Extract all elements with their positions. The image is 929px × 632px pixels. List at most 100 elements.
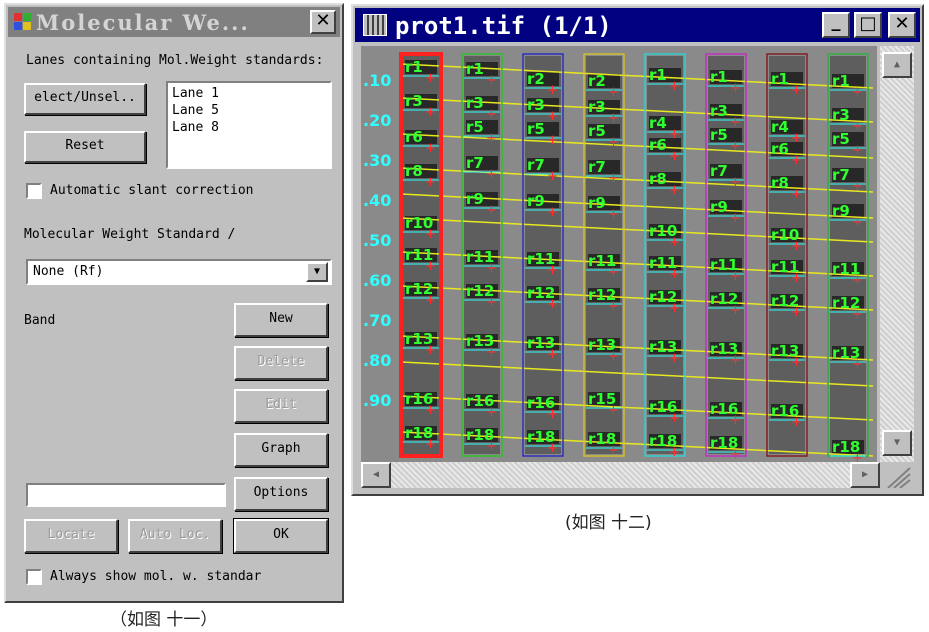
band-marker: + — [730, 175, 741, 190]
band-marker: + — [547, 133, 558, 148]
band-label: r7 — [588, 158, 606, 176]
band-label: r18 — [588, 430, 616, 448]
band-label: r9 — [588, 194, 606, 212]
scroll-left-button[interactable]: ◀ — [361, 462, 391, 488]
rf-label: .70 — [363, 311, 391, 330]
delete-button[interactable]: Delete — [234, 346, 328, 380]
minimize-button[interactable]: _ — [822, 12, 850, 38]
maximize-button[interactable]: □ — [854, 12, 882, 38]
locate-button[interactable]: Locate — [24, 519, 118, 553]
band-label: r11 — [771, 258, 799, 276]
band-label: r7 — [710, 162, 728, 180]
new-button[interactable]: New — [234, 303, 328, 337]
rf-label: .90 — [363, 391, 391, 410]
band-marker: + — [425, 175, 436, 190]
band-label: r5 — [527, 120, 545, 138]
band-label: r15 — [588, 390, 616, 408]
horizontal-scrollbar[interactable]: ◀ ▶ — [361, 462, 880, 488]
band-label: r5 — [588, 122, 606, 140]
band-marker: + — [486, 167, 497, 182]
band-marker: + — [791, 153, 802, 168]
reset-button[interactable]: Reset — [24, 131, 146, 163]
band-label: r1 — [771, 70, 789, 88]
caption-right: (如图 十二) — [565, 513, 652, 533]
band-marker: + — [730, 115, 741, 130]
options-button[interactable]: Options — [234, 477, 328, 511]
select-unselect-button[interactable]: elect/Unsel.. — [24, 83, 146, 115]
app-icon — [14, 13, 32, 31]
band-marker: + — [791, 187, 802, 202]
band-label: r3 — [588, 98, 606, 116]
mw-standard-select[interactable]: None (Rf) ▼ — [26, 259, 332, 285]
always-show-checkbox[interactable] — [26, 569, 42, 585]
rf-label: .60 — [363, 271, 391, 290]
close-button[interactable]: ✕ — [888, 12, 916, 38]
band-label: r4 — [771, 118, 789, 136]
resize-grip[interactable] — [880, 462, 914, 489]
scroll-down-button[interactable]: ▼ — [882, 430, 912, 456]
band-marker: + — [669, 183, 680, 198]
band-label: r5 — [832, 130, 850, 148]
band-marker: + — [791, 131, 802, 146]
band-marker: + — [791, 83, 802, 98]
close-button[interactable]: ✕ — [310, 10, 336, 34]
band-label: r13 — [466, 332, 494, 350]
band-label: r18 — [649, 432, 677, 450]
edit-button[interactable]: Edit — [234, 389, 328, 423]
band-marker: + — [547, 169, 558, 184]
mw-standard-value: None (Rf) — [33, 264, 104, 279]
band-label: r12 — [771, 292, 799, 310]
band-label: r1 — [405, 58, 423, 76]
band-marker: + — [852, 143, 863, 158]
auto-slant-checkbox[interactable] — [26, 183, 42, 199]
band-label: r1 — [832, 72, 850, 90]
band-input[interactable] — [26, 483, 226, 507]
auto-locate-button[interactable]: Auto Loc. — [128, 519, 222, 553]
band-label: r13 — [649, 338, 677, 356]
band-label: r7 — [466, 154, 484, 172]
band-label: r6 — [771, 140, 789, 158]
vertical-scrollbar[interactable]: ▲ ▼ — [880, 46, 914, 462]
band-label: r18 — [405, 424, 433, 442]
band-label: r13 — [832, 344, 860, 362]
molecular-weight-dialog: Molecular We... ✕ Lanes containing Mol.W… — [4, 3, 344, 603]
band-label: r11 — [588, 252, 616, 270]
chevron-down-icon[interactable]: ▼ — [306, 262, 328, 282]
list-item[interactable]: Lane 8 — [172, 119, 326, 136]
band-label: r13 — [527, 334, 555, 352]
band-label: r1 — [466, 60, 484, 78]
caption-left: （如图 十一） — [110, 610, 218, 630]
band-label: r11 — [527, 250, 555, 268]
ok-button[interactable]: OK — [233, 518, 329, 554]
dialog-title: Molecular We... — [36, 10, 250, 35]
scroll-up-button[interactable]: ▲ — [882, 52, 912, 78]
band-label: r10 — [649, 222, 677, 240]
band-label: r10 — [771, 226, 799, 244]
band-label: r11 — [405, 246, 433, 264]
lanes-listbox[interactable]: Lane 1 Lane 5 Lane 8 — [166, 81, 332, 169]
rf-label: .50 — [363, 231, 391, 250]
band-marker: + — [425, 71, 436, 86]
band-marker: + — [852, 119, 863, 134]
band-label: r16 — [466, 392, 494, 410]
band-marker: + — [608, 171, 619, 186]
scroll-right-button[interactable]: ▶ — [850, 462, 880, 488]
band-label: r9 — [832, 202, 850, 220]
image-titlebar[interactable]: prot1.tif (1/1) _ □ ✕ — [355, 8, 920, 42]
gel-image[interactable]: + r1 + r3 + r6 + r8 + r10 + r11 + r12 + r13 + r16 + r18 + r1 +… — [361, 46, 877, 462]
band-label: r2 — [588, 72, 606, 90]
band-label: r18 — [710, 434, 738, 452]
band-label: r12 — [466, 282, 494, 300]
band-label: r16 — [771, 402, 799, 420]
band-marker: + — [669, 149, 680, 164]
list-item[interactable]: Lane 1 — [172, 85, 326, 102]
list-item[interactable]: Lane 5 — [172, 102, 326, 119]
band-marker: + — [425, 141, 436, 156]
band-label: r13 — [771, 342, 799, 360]
dialog-titlebar[interactable]: Molecular We... ✕ — [8, 7, 340, 37]
band-label: r1 — [649, 66, 667, 84]
band-label: r11 — [649, 254, 677, 272]
band-marker: + — [608, 111, 619, 126]
graph-button[interactable]: Graph — [234, 433, 328, 467]
band-marker: + — [486, 73, 497, 88]
